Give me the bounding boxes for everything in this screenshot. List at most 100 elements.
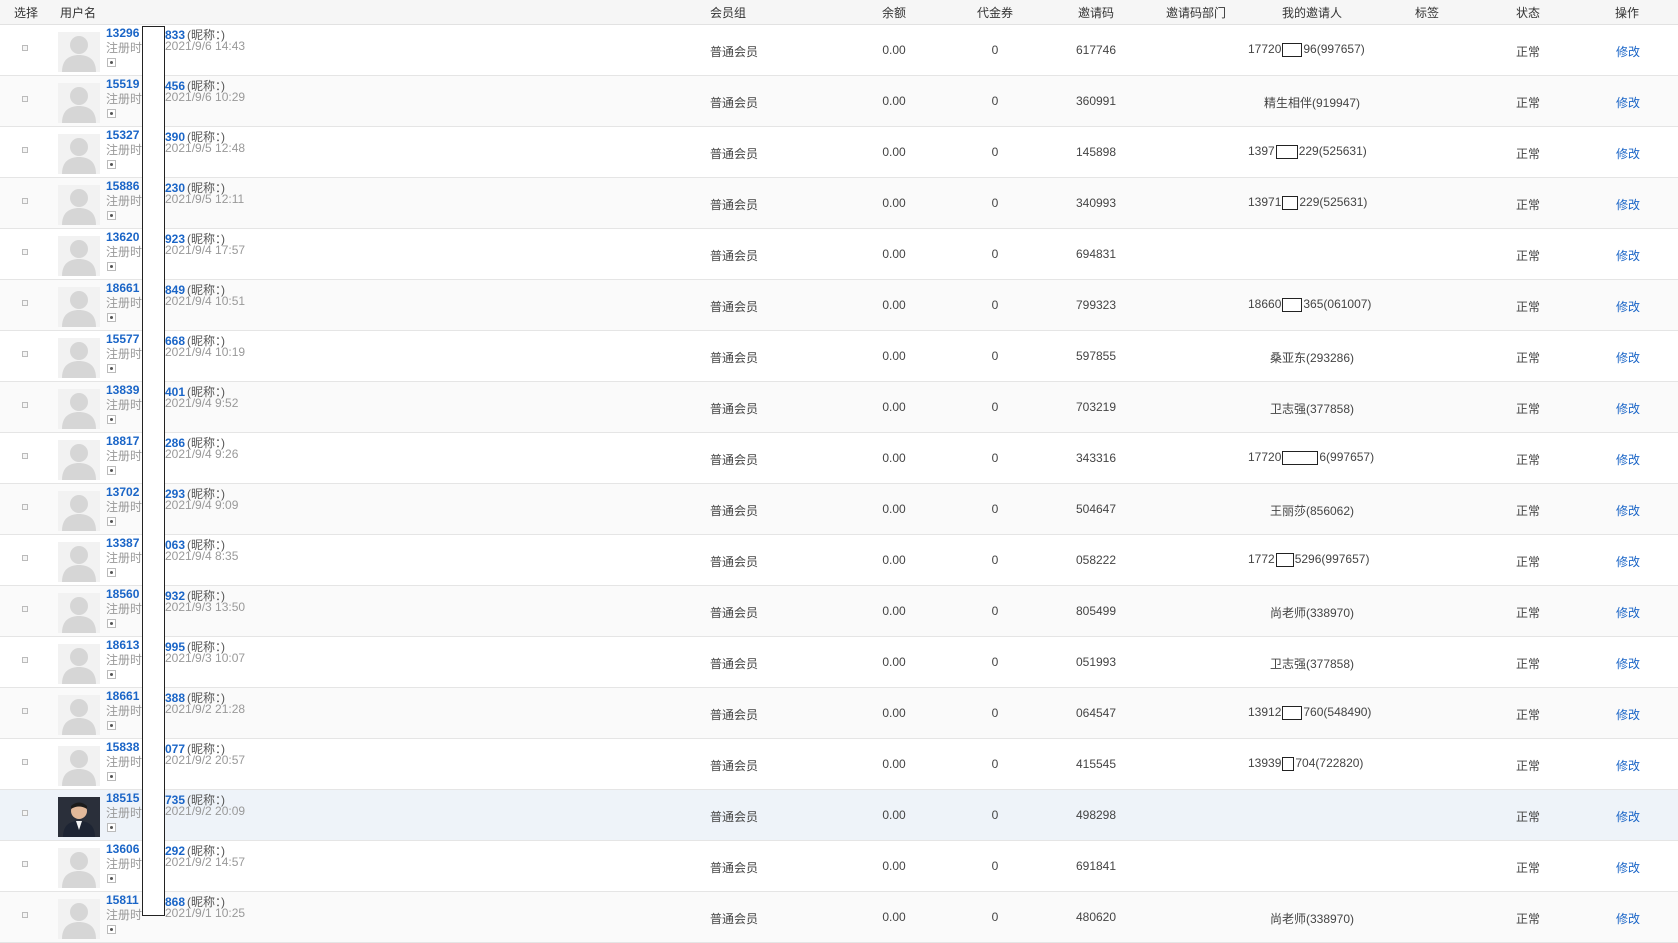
radio-dot-icon[interactable] xyxy=(107,313,116,322)
username-link[interactable]: 13296 xyxy=(106,26,139,40)
username-link[interactable]: 15519 xyxy=(106,77,139,91)
register-time-value: 2021/9/4 9:52 xyxy=(165,396,239,410)
username-link[interactable]: 15838 xyxy=(106,740,139,754)
username-link[interactable]: 18613 xyxy=(106,638,139,652)
row-checkbox[interactable] xyxy=(22,198,28,204)
row-checkbox[interactable] xyxy=(22,45,28,51)
edit-link[interactable]: 修改 xyxy=(1616,94,1640,111)
status-value: 正常 xyxy=(1515,861,1541,875)
row-checkbox[interactable] xyxy=(22,453,28,459)
row-checkbox[interactable] xyxy=(22,96,28,102)
radio-dot-icon[interactable] xyxy=(107,721,116,730)
radio-dot-icon[interactable] xyxy=(107,466,116,475)
voucher-value: 0 xyxy=(991,553,999,567)
row-checkbox[interactable] xyxy=(22,657,28,663)
edit-link[interactable]: 修改 xyxy=(1616,808,1640,825)
register-time-value: 2021/9/1 10:25 xyxy=(165,906,246,920)
radio-dot-icon[interactable] xyxy=(107,58,116,67)
radio-dot-icon[interactable] xyxy=(107,160,116,169)
radio-dot-icon[interactable] xyxy=(107,772,116,781)
edit-link[interactable]: 修改 xyxy=(1616,859,1640,876)
inviter-redaction xyxy=(1282,756,1295,771)
edit-link[interactable]: 修改 xyxy=(1616,655,1640,672)
username-link[interactable]: 15577 xyxy=(106,332,139,346)
user-silhouette-icon xyxy=(58,338,100,378)
username-link[interactable]: 15811 xyxy=(106,893,139,907)
balance-value: 0.00 xyxy=(882,247,906,261)
voucher-value: 0 xyxy=(991,706,999,720)
radio-dot-icon[interactable] xyxy=(107,415,116,424)
radio-dot-icon[interactable] xyxy=(107,925,116,934)
radio-dot-icon[interactable] xyxy=(107,874,116,883)
status-value: 正常 xyxy=(1515,708,1541,722)
table-row: 15519 456 (昵称：) 注册时 2021/9/6 10:29 普通会员 0.00 0 3… xyxy=(0,76,1678,127)
edit-link[interactable]: 修改 xyxy=(1616,247,1640,264)
username-link[interactable]: 15327 xyxy=(106,128,139,142)
username-link[interactable]: 13606 xyxy=(106,842,139,856)
voucher-value: 0 xyxy=(991,43,999,57)
row-checkbox[interactable] xyxy=(22,147,28,153)
radio-dot-icon[interactable] xyxy=(107,364,116,373)
username-link[interactable]: 18661 xyxy=(106,281,139,295)
row-checkbox[interactable] xyxy=(22,351,28,357)
edit-link[interactable]: 修改 xyxy=(1616,145,1640,162)
inviter-prefix: 13971 xyxy=(1248,195,1282,209)
row-checkbox[interactable] xyxy=(22,504,28,510)
header-username: 用户名 xyxy=(60,6,97,20)
register-time-value: 2021/9/4 10:19 xyxy=(165,345,246,359)
edit-link[interactable]: 修改 xyxy=(1616,604,1640,621)
edit-link[interactable]: 修改 xyxy=(1616,553,1640,570)
invite-code: 694831 xyxy=(1075,247,1117,261)
register-time-label: 注册时 xyxy=(106,296,143,310)
edit-link[interactable]: 修改 xyxy=(1616,43,1640,60)
username-link[interactable]: 18661 xyxy=(106,689,139,703)
row-checkbox[interactable] xyxy=(22,912,28,918)
member-group: 普通会员 xyxy=(710,453,759,467)
edit-link[interactable]: 修改 xyxy=(1616,910,1640,927)
row-checkbox[interactable] xyxy=(22,759,28,765)
row-checkbox[interactable] xyxy=(22,708,28,714)
row-checkbox[interactable] xyxy=(22,249,28,255)
row-checkbox[interactable] xyxy=(22,810,28,816)
inviter-prefix: 1772 xyxy=(1248,552,1275,566)
member-group: 普通会员 xyxy=(710,810,759,824)
username-link[interactable]: 15886 xyxy=(106,179,139,193)
edit-link[interactable]: 修改 xyxy=(1616,757,1640,774)
radio-dot-icon[interactable] xyxy=(107,211,116,220)
table-row: 18817 286 (昵称：) 注册时 2021/9/4 9:26 普通会员 0.00 0 34… xyxy=(0,433,1678,484)
row-checkbox[interactable] xyxy=(22,300,28,306)
username-link[interactable]: 18515 xyxy=(106,791,139,805)
row-checkbox[interactable] xyxy=(22,606,28,612)
row-checkbox[interactable] xyxy=(22,402,28,408)
table-row: 18661 849 (昵称：) 注册时 2021/9/4 10:51 普通会员 0.00 0 7… xyxy=(0,280,1678,331)
edit-link[interactable]: 修改 xyxy=(1616,349,1640,366)
row-checkbox[interactable] xyxy=(22,555,28,561)
radio-dot-icon[interactable] xyxy=(107,823,116,832)
username-link[interactable]: 13387 xyxy=(106,536,139,550)
edit-link[interactable]: 修改 xyxy=(1616,298,1640,315)
header-invite-dept: 邀请码部门 xyxy=(1165,6,1227,20)
username-link[interactable]: 13620 xyxy=(106,230,139,244)
edit-link[interactable]: 修改 xyxy=(1616,400,1640,417)
radio-dot-icon[interactable] xyxy=(107,109,116,118)
invite-code: 498298 xyxy=(1075,808,1117,822)
username-link[interactable]: 18817 xyxy=(106,434,139,448)
invite-code: 051993 xyxy=(1075,655,1117,669)
invite-code: 597855 xyxy=(1075,349,1117,363)
register-time-value: 2021/9/4 8:35 xyxy=(165,549,239,563)
edit-link[interactable]: 修改 xyxy=(1616,451,1640,468)
radio-dot-icon[interactable] xyxy=(107,517,116,526)
username-link[interactable]: 13702 xyxy=(106,485,139,499)
username-link[interactable]: 13839 xyxy=(106,383,139,397)
username-link[interactable]: 18560 xyxy=(106,587,139,601)
radio-dot-icon[interactable] xyxy=(107,670,116,679)
radio-dot-icon[interactable] xyxy=(107,262,116,271)
edit-link[interactable]: 修改 xyxy=(1616,502,1640,519)
row-checkbox[interactable] xyxy=(22,861,28,867)
radio-dot-icon[interactable] xyxy=(107,568,116,577)
edit-link[interactable]: 修改 xyxy=(1616,706,1640,723)
redaction-box xyxy=(142,26,165,916)
radio-dot-icon[interactable] xyxy=(107,619,116,628)
inviter-cell: 1772 5296(997657) xyxy=(1248,552,1369,567)
edit-link[interactable]: 修改 xyxy=(1616,196,1640,213)
